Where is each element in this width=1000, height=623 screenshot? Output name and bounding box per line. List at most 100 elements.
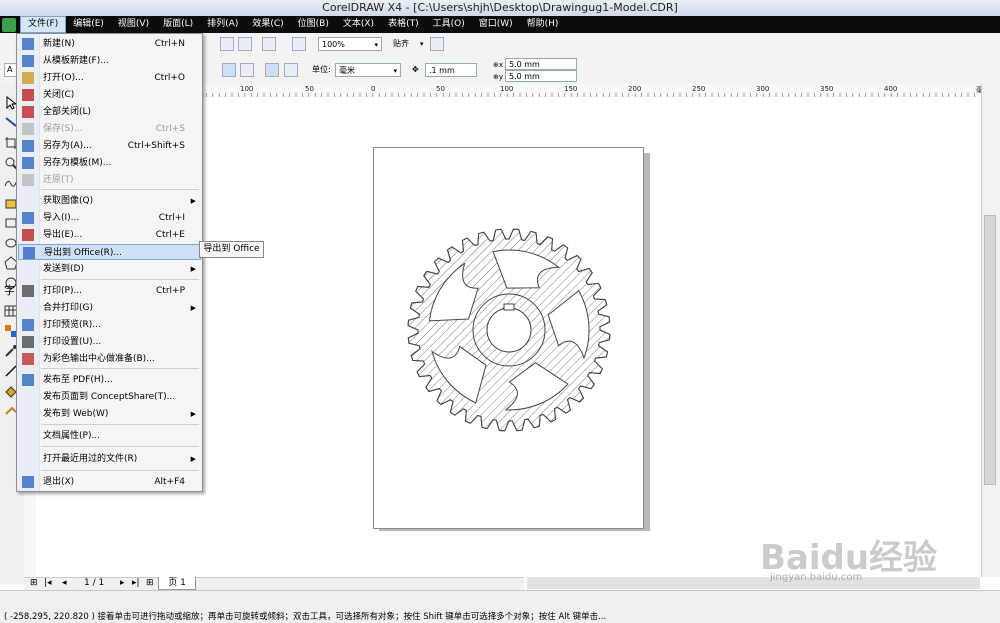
gear-drawing[interactable]	[374, 148, 645, 530]
save-icon	[22, 123, 34, 135]
print-icon	[22, 285, 34, 297]
close-all-icon	[22, 106, 34, 118]
menu-layout[interactable]: 版面(L)	[156, 16, 200, 33]
export-icon[interactable]	[238, 37, 252, 51]
file-menu-item-send-to[interactable]: 发送到(D) ▶	[18, 261, 201, 277]
menu-help[interactable]: 帮助(H)	[520, 16, 566, 33]
status-bar: ( -258.295, 220.820 ) 接着单击可进行拖动或缩放；再单击可旋…	[0, 590, 1000, 623]
menu-window[interactable]: 窗口(W)	[472, 16, 520, 33]
file-menu-item-save[interactable]: 保存(S)... Ctrl+S	[18, 121, 201, 137]
menu-item-shortcut: Alt+F4	[154, 477, 185, 487]
menu-separator	[41, 424, 199, 425]
file-menu-item-exit[interactable]: 退出(X) Alt+F4	[18, 474, 201, 490]
drawing-page[interactable]	[373, 147, 644, 529]
file-menu-item-save-as[interactable]: 另存为(A)... Ctrl+Shift+S	[18, 138, 201, 154]
file-menu-item-new-from-template[interactable]: 从模板新建(F)...	[18, 53, 201, 69]
import-icon[interactable]	[220, 37, 234, 51]
file-menu-item-publish-to-pdf[interactable]: 发布至 PDF(H)...	[18, 372, 201, 388]
page-tab-1[interactable]: 页 1	[158, 577, 196, 590]
new-icon	[22, 38, 34, 50]
current-page-button[interactable]	[284, 63, 298, 77]
menu-table[interactable]: 表格(T)	[381, 16, 426, 33]
menu-item-label: 打开(O)...	[43, 73, 84, 83]
file-menu-item-publish-to-conceptshare[interactable]: 发布页面到 ConceptShare(T)...	[18, 389, 201, 405]
file-menu-item-print-preview[interactable]: 打印预览(R)...	[18, 317, 201, 333]
duplicate-y-field[interactable]: 5.0 mm	[505, 70, 577, 82]
menu-text[interactable]: 文本(X)	[336, 16, 381, 33]
duplicate-y-icon: ⊕y	[493, 73, 504, 81]
duplicate-y-value: 5.0 mm	[509, 72, 540, 81]
menu-view[interactable]: 视图(V)	[111, 16, 156, 33]
file-menu-item-document-properties[interactable]: 文档属性(P)...	[18, 428, 201, 444]
watermark-url: jingyan.baidu.com	[770, 572, 863, 583]
file-menu-item-acquire-image[interactable]: 获取图像(Q) ▶	[18, 193, 201, 209]
file-menu-item-open[interactable]: 打开(O)... Ctrl+O	[18, 70, 201, 86]
close-icon	[22, 89, 34, 101]
menu-bitmaps[interactable]: 位图(B)	[291, 16, 336, 33]
file-menu-item-publish-to-web[interactable]: 发布到 Web(W) ▶	[18, 406, 201, 422]
menu-item-label: 导出(E)...	[43, 230, 83, 240]
file-menu-item-prepare-for-service-bureau[interactable]: 为彩色输出中心做准备(B)...	[18, 351, 201, 367]
menu-item-label: 从模板新建(F)...	[43, 56, 109, 66]
units-select[interactable]: 毫米 ▾	[335, 63, 401, 77]
chevron-down-icon: ▾	[393, 67, 397, 75]
file-menu-item-new[interactable]: 新建(N) Ctrl+N	[18, 36, 201, 52]
file-menu-item-export[interactable]: 导出(E)... Ctrl+E	[18, 227, 201, 243]
add-page-icon[interactable]: ⊞	[30, 578, 38, 588]
horizontal-ruler[interactable]: 100 50 0 50 100 150 200 250 300 350 400 …	[200, 84, 990, 98]
menu-item-label: 保存(S)...	[43, 124, 83, 134]
new-from-template-icon	[22, 55, 34, 67]
menu-item-label: 退出(X)	[43, 477, 75, 487]
next-page-icon[interactable]: ▸	[120, 578, 125, 588]
zoom-level-select[interactable]: 100% ▾	[318, 37, 382, 51]
save-as-icon	[22, 140, 34, 152]
welcome-screen-icon[interactable]	[292, 37, 306, 51]
file-menu-item-save-as-template[interactable]: 另存为模板(M)...	[18, 155, 201, 171]
nudge-distance-field[interactable]: .1 mm	[425, 63, 477, 77]
add-page-after-icon[interactable]: ⊞	[146, 578, 154, 588]
file-menu-item-print-merge[interactable]: 合并打印(G) ▶	[18, 300, 201, 316]
vertical-scroll-thumb[interactable]	[984, 215, 996, 485]
menu-item-shortcut: Ctrl+Shift+S	[127, 141, 185, 151]
submenu-arrow-icon: ▶	[190, 265, 196, 273]
menu-item-shortcut: Ctrl+N	[154, 39, 185, 49]
menu-separator	[41, 279, 199, 280]
menu-item-shortcut: Ctrl+I	[158, 213, 185, 223]
menu-item-shortcut: Ctrl+O	[154, 73, 185, 83]
previous-page-icon[interactable]: ◂	[62, 578, 67, 588]
file-menu-item-export-to-office[interactable]: 导出到 Office(R)...	[18, 244, 201, 260]
portrait-button[interactable]	[222, 63, 236, 77]
window-title: CorelDRAW X4 - [C:\Users\shjh\Desktop\Dr…	[322, 1, 678, 14]
print-preview-icon	[22, 319, 34, 331]
menu-edit[interactable]: 编辑(E)	[66, 16, 111, 33]
export-to-office-icon	[23, 247, 35, 259]
chevron-down-icon[interactable]: ▾	[420, 37, 424, 51]
menu-item-label: 为彩色输出中心做准备(B)...	[43, 354, 155, 364]
snap-to-menu[interactable]: 贴齐	[393, 37, 409, 51]
menu-item-label: 获取图像(Q)	[43, 196, 94, 206]
application-launcher-icon[interactable]	[262, 37, 276, 51]
submenu-arrow-icon: ▶	[190, 304, 196, 312]
duplicate-x-field[interactable]: 5.0 mm	[505, 58, 577, 70]
options-icon[interactable]	[430, 37, 444, 51]
landscape-button[interactable]	[240, 63, 254, 77]
menu-tools[interactable]: 工具(O)	[426, 16, 472, 33]
file-menu-item-close[interactable]: 关闭(C)	[18, 87, 201, 103]
coreldraw-app-icon[interactable]	[2, 17, 16, 32]
last-page-icon[interactable]: ▸|	[132, 578, 140, 588]
menu-file[interactable]: 文件(F)	[20, 16, 67, 33]
units-label: 单位:	[312, 65, 331, 74]
all-pages-button[interactable]	[265, 63, 279, 77]
first-page-icon[interactable]: |◂	[44, 578, 52, 588]
file-menu-item-close-all[interactable]: 全部关闭(L)	[18, 104, 201, 120]
page-counter: 1 / 1	[84, 578, 105, 588]
file-menu-item-print-setup[interactable]: 打印设置(U)...	[18, 334, 201, 350]
menu-arrange[interactable]: 排列(A)	[200, 16, 245, 33]
file-menu-item-revert[interactable]: 还原(T)	[18, 172, 201, 188]
file-menu-item-import[interactable]: 导入(I)... Ctrl+I	[18, 210, 201, 226]
ruler-ticks	[200, 93, 975, 97]
file-menu-item-open-recent[interactable]: 打开最近用过的文件(R) ▶	[18, 451, 201, 467]
file-menu-item-print[interactable]: 打印(P)... Ctrl+P	[18, 283, 201, 299]
menu-item-label: 发送到(D)	[43, 264, 84, 274]
menu-effects[interactable]: 效果(C)	[245, 16, 290, 33]
